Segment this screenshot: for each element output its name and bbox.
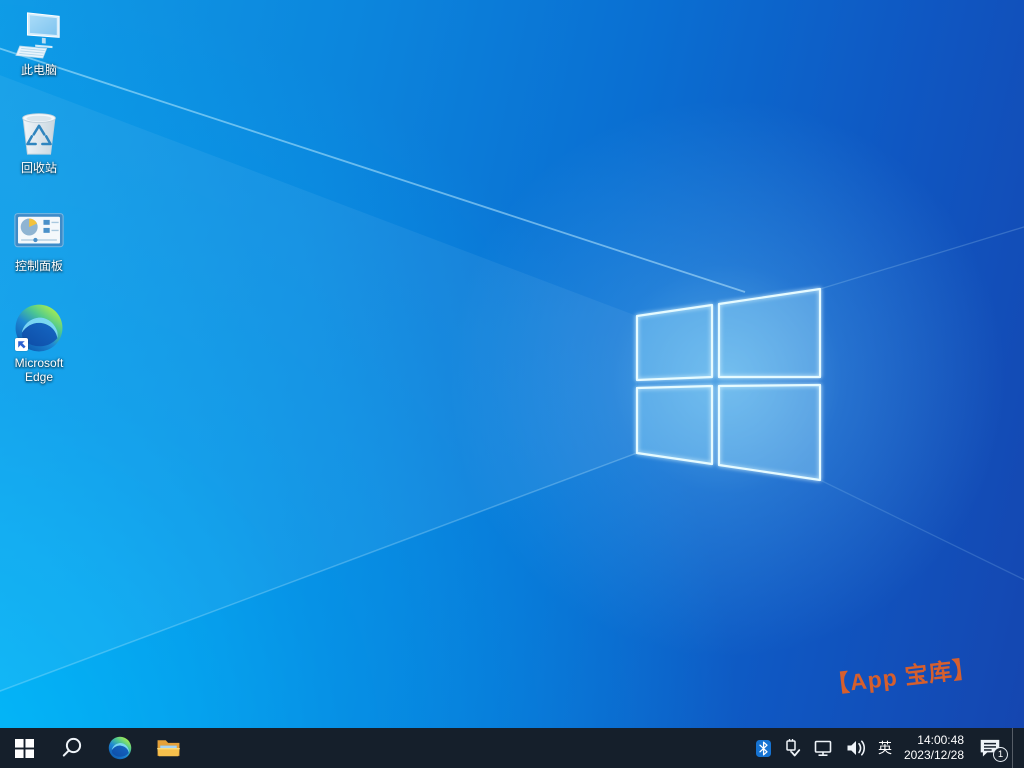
clock-date: 2023/12/28 — [904, 748, 964, 763]
volume-icon — [845, 739, 867, 757]
windows-desktop: 此电脑 回收站 控制面板 Microsoft Edge 【App 宝库】 — [0, 0, 1024, 768]
wallpaper-light-rays — [0, 0, 1024, 728]
desktop-icon-label: 控制面板 — [1, 259, 77, 273]
network-icon — [813, 738, 835, 758]
notification-badge: 1 — [993, 747, 1008, 762]
bluetooth-tray-button[interactable] — [751, 728, 776, 768]
desktop-icon-control-panel[interactable]: 控制面板 — [1, 206, 77, 273]
magnifier-icon — [61, 737, 83, 759]
desktop-icon-this-pc[interactable]: 此电脑 — [1, 10, 77, 77]
taskbar-clock[interactable]: 14:00:48 2023/12/28 — [898, 733, 972, 763]
usb-safely-remove-icon — [781, 738, 803, 758]
shortcut-arrow-icon — [15, 338, 28, 351]
control-panel-icon — [14, 211, 64, 252]
network-tray-button[interactable] — [808, 728, 840, 768]
clock-time: 14:00:48 — [904, 733, 964, 748]
search-button[interactable] — [48, 728, 96, 768]
action-center-button[interactable]: 1 — [972, 728, 1012, 768]
volume-tray-button[interactable] — [840, 728, 872, 768]
taskbar: 英 14:00:48 2023/12/28 1 — [0, 728, 1024, 768]
desktop-icon-recycle-bin[interactable]: 回收站 — [1, 108, 77, 175]
taskbar-file-explorer-button[interactable] — [144, 728, 192, 768]
desktop-icon-label: 回收站 — [1, 161, 77, 175]
bluetooth-icon — [756, 740, 771, 757]
windows-logo-wallpaper — [637, 289, 820, 480]
windows-logo-icon — [15, 739, 34, 758]
folder-icon — [156, 737, 181, 759]
start-button[interactable] — [0, 728, 48, 768]
edge-logo-icon — [108, 736, 132, 760]
show-desktop-button[interactable] — [1012, 728, 1018, 768]
desktop-icon-label: 此电脑 — [1, 63, 77, 77]
desktop-icon-label: Microsoft Edge — [3, 356, 75, 384]
taskbar-edge-button[interactable] — [96, 728, 144, 768]
desktop-icon-microsoft-edge[interactable]: Microsoft Edge — [1, 303, 77, 384]
desktop-wallpaper: 此电脑 回收站 控制面板 Microsoft Edge 【App 宝库】 — [0, 0, 1024, 728]
ime-indicator[interactable]: 英 — [872, 728, 898, 768]
system-tray: 英 14:00:48 2023/12/28 1 — [751, 728, 1024, 768]
recycle-bin-icon — [14, 108, 64, 158]
this-pc-icon — [14, 10, 64, 60]
usb-safely-remove-button[interactable] — [776, 728, 808, 768]
